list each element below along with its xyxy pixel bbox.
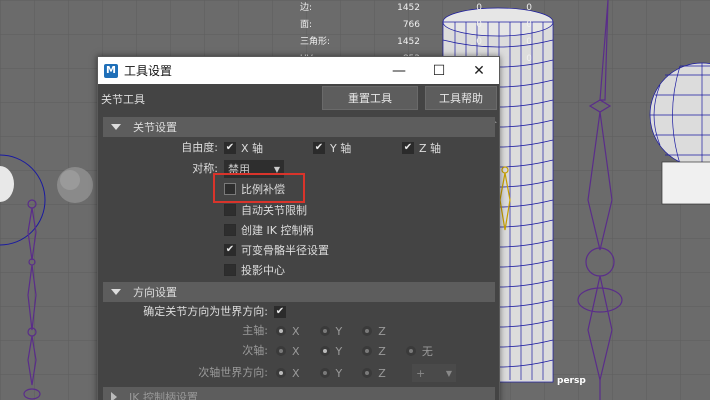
primary-axis-label: 主轴: bbox=[242, 324, 268, 337]
check-icon: ✔ bbox=[313, 142, 325, 154]
create-ik-handle-checkbox[interactable]: 创建 IK 控制柄 bbox=[224, 221, 313, 239]
checkbox-label: 比例补偿 bbox=[241, 183, 285, 196]
hud-value: 0 bbox=[476, 37, 482, 47]
radio-x[interactable] bbox=[276, 326, 286, 336]
radio-x[interactable] bbox=[276, 368, 286, 378]
check-icon: ✔ bbox=[402, 142, 414, 154]
orient-world-checkbox[interactable]: ✔ bbox=[274, 303, 291, 321]
hud-row: 边: 1452 0 0 bbox=[300, 0, 532, 17]
check-icon: ✔ bbox=[224, 142, 236, 154]
secondary-world-label: 次轴世界方向: bbox=[198, 366, 268, 379]
chevron-down-icon: ▼ bbox=[445, 368, 452, 378]
section-title: 方向设置 bbox=[133, 286, 177, 299]
radio-label: Y bbox=[335, 324, 343, 338]
hud-value: 0 bbox=[526, 3, 532, 13]
hud-value: 0 bbox=[526, 20, 532, 30]
section-title: 关节设置 bbox=[133, 121, 177, 134]
dof-y-checkbox[interactable]: ✔ Y 轴 bbox=[313, 139, 351, 157]
auto-joint-limits-checkbox[interactable]: 自动关节限制 bbox=[224, 201, 307, 219]
radio-y[interactable] bbox=[319, 346, 330, 356]
direction-value: + bbox=[416, 366, 426, 380]
radio-z[interactable] bbox=[362, 368, 373, 378]
reset-tool-button[interactable]: 重置工具 bbox=[322, 86, 418, 110]
checkbox-empty-icon bbox=[224, 224, 236, 236]
dof-x-checkbox[interactable]: ✔ X 轴 bbox=[224, 139, 263, 157]
scale-compensate-checkbox[interactable]: 比例补偿 bbox=[224, 180, 285, 198]
checkbox-label: 自动关节限制 bbox=[241, 204, 307, 217]
secondary-axis-label: 次轴: bbox=[242, 344, 268, 357]
dialog-title: 工具设置 bbox=[124, 64, 173, 78]
hud-label: 边: bbox=[300, 3, 313, 13]
radio-label: 无 bbox=[421, 345, 433, 358]
orientation-settings-header[interactable]: 方向设置 bbox=[103, 282, 495, 302]
minimize-icon[interactable]: — bbox=[379, 57, 419, 84]
radio-y[interactable] bbox=[319, 326, 330, 336]
radio-x[interactable] bbox=[276, 346, 286, 356]
projection-center-checkbox[interactable]: 投影中心 bbox=[224, 261, 285, 279]
ik-settings-header[interactable]: IK 控制柄设置 bbox=[103, 387, 495, 400]
check-icon: ✔ bbox=[224, 244, 236, 256]
radio-z[interactable] bbox=[362, 326, 373, 336]
orient-world-label: 确定关节方向为世界方向: bbox=[143, 305, 268, 318]
hud-value: 0 bbox=[526, 37, 532, 47]
close-icon[interactable]: ✕ bbox=[459, 57, 499, 84]
hud-label: 面: bbox=[300, 20, 313, 30]
collapse-triangle-icon bbox=[111, 124, 121, 130]
checkbox-empty-icon bbox=[224, 204, 236, 216]
radio-label: X bbox=[292, 366, 300, 380]
collapse-triangle-icon bbox=[111, 289, 121, 295]
radio-label: Z bbox=[378, 344, 386, 358]
secondary-axis-radio-group: X Y Z 无 bbox=[276, 342, 453, 360]
hud-value: 0 bbox=[476, 3, 482, 13]
joint-settings-header[interactable]: 关节设置 bbox=[103, 117, 495, 137]
maya-app-icon: M bbox=[104, 63, 118, 78]
dialog-toolbar: 关节工具 重置工具 工具帮助 bbox=[98, 84, 499, 112]
dialog-titlebar[interactable]: M 工具设置 — ☐ ✕ bbox=[98, 57, 499, 84]
check-icon: ✔ bbox=[274, 306, 286, 318]
radio-y[interactable] bbox=[319, 368, 330, 378]
dof-z-checkbox[interactable]: ✔ Z 轴 bbox=[402, 139, 441, 157]
radio-none[interactable] bbox=[405, 346, 416, 356]
checkbox-label: 创建 IK 控制柄 bbox=[241, 224, 314, 237]
checkbox-label: 投影中心 bbox=[241, 264, 285, 277]
tool-help-button[interactable]: 工具帮助 bbox=[425, 86, 497, 110]
hud-row: 三角形: 1452 0 0 bbox=[300, 34, 532, 51]
hud-label: 三角形: bbox=[300, 37, 331, 47]
world-direction-dropdown[interactable]: + ▼ bbox=[412, 364, 456, 382]
checkbox-label: Y 轴 bbox=[330, 142, 352, 155]
primary-axis-radio-group: X Y Z bbox=[276, 322, 406, 340]
section-title: IK 控制柄设置 bbox=[129, 391, 198, 400]
maximize-icon[interactable]: ☐ bbox=[419, 57, 459, 84]
hud-value: 0 bbox=[476, 20, 482, 30]
expand-triangle-icon bbox=[111, 392, 117, 400]
radio-label: Z bbox=[378, 366, 386, 380]
checkbox-label: 可变骨骼半径设置 bbox=[241, 244, 329, 257]
camera-label: persp bbox=[557, 376, 586, 386]
checkbox-label: Z 轴 bbox=[419, 142, 442, 155]
radio-label: Y bbox=[335, 366, 343, 380]
secondary-world-radio-group: X Y Z bbox=[276, 364, 406, 382]
hud-value: 1452 bbox=[397, 37, 420, 47]
radio-label: X bbox=[292, 324, 300, 338]
dof-label: 自由度: bbox=[181, 141, 218, 154]
checkbox-empty-icon bbox=[224, 264, 236, 276]
hud-row: 面: 766 0 0 bbox=[300, 17, 532, 34]
tool-name-label: 关节工具 bbox=[101, 93, 145, 106]
radio-label: Y bbox=[335, 344, 343, 358]
radio-label: Z bbox=[378, 324, 386, 338]
radio-z[interactable] bbox=[362, 346, 373, 356]
checkbox-empty-icon bbox=[224, 183, 236, 195]
variable-bone-radius-checkbox[interactable]: ✔ 可变骨骼半径设置 bbox=[224, 241, 329, 259]
hud-value: 766 bbox=[402, 20, 420, 30]
radio-label: X bbox=[292, 344, 300, 358]
symmetry-label: 对称: bbox=[192, 162, 218, 175]
hud-value: 1452 bbox=[397, 3, 420, 13]
checkbox-label: X 轴 bbox=[241, 142, 264, 155]
